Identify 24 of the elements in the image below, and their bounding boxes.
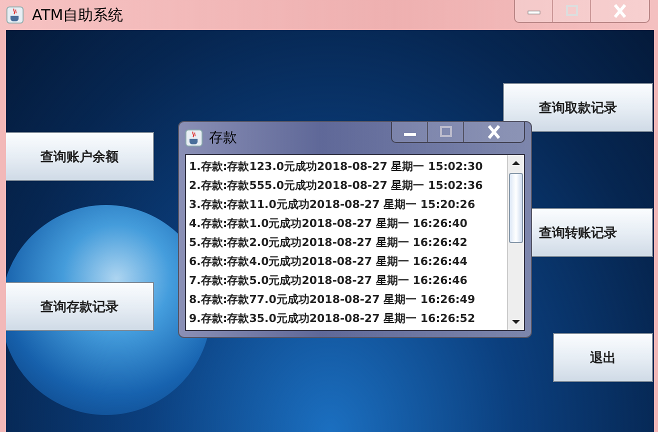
record-item[interactable]: 5.存款:存款2.0元成功2018-08-27 星期一 16:26:42 — [189, 233, 504, 252]
record-item[interactable]: 2.存款:存款555.0元成功2018-08-27 星期一 15:02:36 — [189, 176, 504, 195]
dialog-title: 存款 — [209, 129, 237, 147]
record-item[interactable]: 9.存款:存款35.0元成功2018-08-27 星期一 16:26:52 — [189, 309, 504, 328]
record-item[interactable]: 8.存款:存款77.0元成功2018-08-27 星期一 16:26:49 — [189, 290, 504, 309]
coffee-cup-icon — [6, 6, 24, 24]
close-button[interactable] — [591, 0, 649, 22]
record-item[interactable]: 4.存款:存款1.0元成功2018-08-27 星期一 16:26:40 — [189, 214, 504, 233]
record-item[interactable]: 7.存款:存款5.0元成功2018-08-27 星期一 16:26:46 — [189, 271, 504, 290]
menu-button[interactable]: 查询存款记录 — [6, 282, 154, 331]
maximize-button[interactable] — [553, 0, 591, 22]
record-item[interactable]: 6.存款:存款4.0元成功2018-08-27 星期一 16:26:44 — [189, 252, 504, 271]
maximize-button[interactable] — [428, 122, 464, 142]
record-item[interactable]: 3.存款:存款11.0元成功2018-08-27 星期一 15:20:26 — [189, 195, 504, 214]
menu-button[interactable]: 查询取款记录 — [503, 83, 653, 132]
record-item[interactable]: 1.存款:存款123.0元成功2018-08-27 星期一 15:02:30 — [189, 157, 504, 176]
menu-button[interactable]: 查询账户余额 — [6, 132, 154, 181]
scroll-thumb[interactable] — [509, 173, 523, 243]
minimize-button[interactable] — [392, 122, 428, 142]
menu-button[interactable]: 退出 — [553, 333, 653, 382]
coffee-cup-icon — [185, 129, 203, 147]
scrollbar[interactable] — [507, 155, 524, 330]
window-title: ATM自助系统 — [32, 6, 124, 24]
close-button[interactable] — [464, 122, 524, 142]
